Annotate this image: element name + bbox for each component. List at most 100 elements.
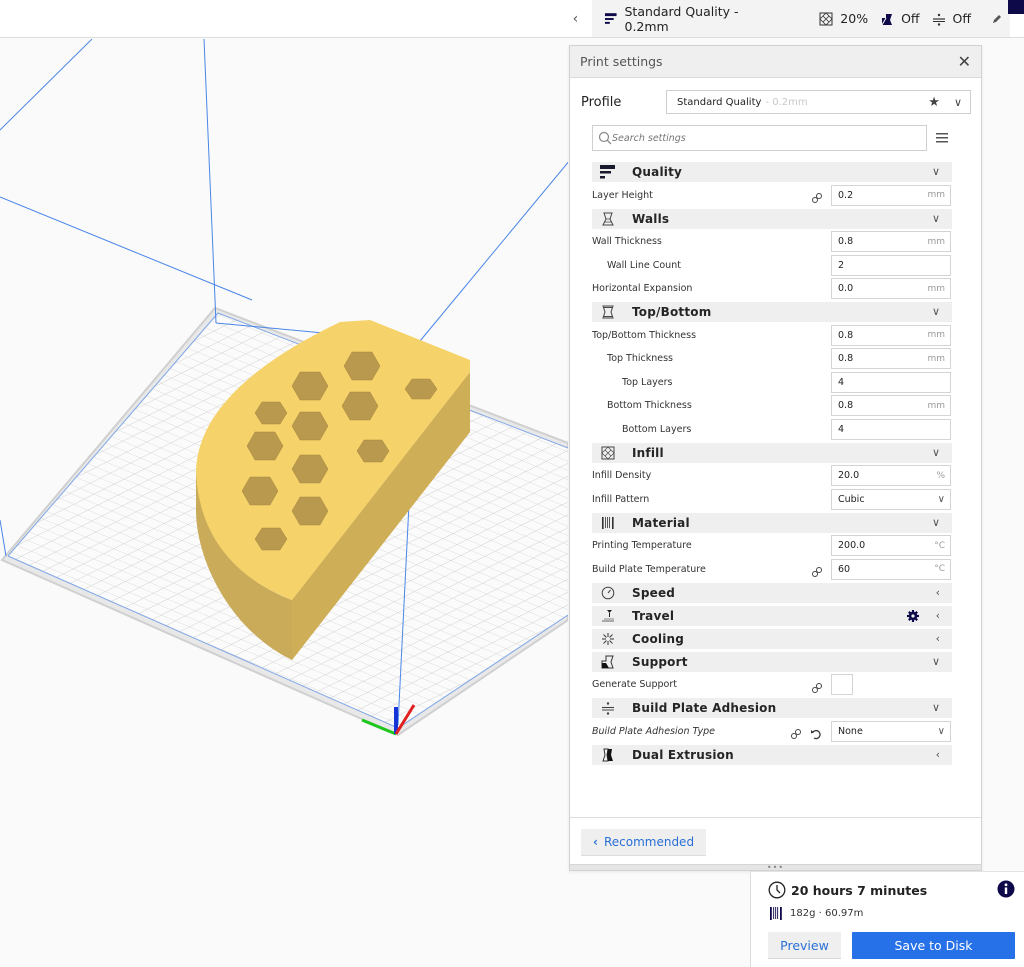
infill-density-input[interactable]: 20.0% [831, 465, 951, 487]
star-icon[interactable]: ★ [928, 95, 940, 110]
bottom-thickness-input[interactable]: 0.8 mm [831, 395, 951, 417]
category-label: Walls [632, 211, 670, 226]
category-cooling[interactable]: Cooling ‹ [592, 628, 952, 649]
category-infill[interactable]: Infill ∨ [592, 442, 952, 463]
setting-label: Wall Line Count [607, 259, 681, 271]
3d-viewport[interactable] [0, 39, 568, 967]
reset-icon[interactable] [810, 725, 822, 744]
link-icon[interactable] [811, 679, 823, 698]
link-icon[interactable] [790, 725, 802, 744]
category-label: Support [632, 654, 688, 669]
setting-label: Printing Temperature [592, 540, 692, 552]
field-value: 0.8 [838, 236, 854, 248]
speed-icon [600, 585, 616, 601]
field-value: 0.2 [838, 189, 854, 201]
search-input[interactable] [612, 132, 912, 144]
build-plate-temperature-input[interactable]: 60 °C [831, 558, 951, 580]
chevron-down-icon: ∨ [931, 165, 940, 178]
adhesion-summary[interactable]: Off [932, 11, 971, 26]
category-label: Speed [632, 585, 676, 600]
panel-title: Print settings [580, 54, 663, 69]
settings-visibility-menu-icon[interactable] [935, 132, 949, 144]
drag-dots-icon: ••• [766, 862, 785, 872]
bottom-layers-input[interactable]: 4 [831, 418, 951, 440]
top-thickness-input[interactable]: 0.8 mm [831, 348, 951, 370]
print-time: 20 hours 7 minutes [768, 881, 927, 899]
setting-label: Top Layers [622, 376, 673, 388]
category-top-bottom[interactable]: Top/Bottom ∨ [592, 302, 952, 322]
search-field[interactable] [592, 125, 927, 151]
infill-summary[interactable]: 20% [819, 11, 868, 26]
info-icon[interactable] [997, 880, 1015, 902]
support-summary[interactable]: Off [880, 11, 920, 26]
scene[interactable] [0, 39, 568, 967]
category-travel[interactable]: Travel ‹ [592, 605, 952, 627]
preview-button[interactable]: Preview [768, 932, 841, 959]
field-value: 0.8 [838, 400, 854, 412]
top-bottom-icon [600, 304, 616, 320]
recommended-button[interactable]: ‹ Recommended [581, 829, 706, 856]
infill-icon [600, 445, 616, 461]
pencil-icon[interactable] [991, 13, 1010, 25]
category-label: Dual Extrusion [632, 747, 734, 762]
field-value: 4 [838, 423, 845, 435]
category-build-plate-adhesion[interactable]: Build Plate Adhesion ∨ [592, 698, 952, 718]
setting-label: Infill Density [592, 470, 652, 482]
setting-row: Top/Bottom Thickness 0.8 mm [592, 324, 952, 346]
print-setup-summary-bar[interactable]: ‹ Standard Quality - 0.2mm 20% Off Off [560, 0, 1010, 37]
field-unit: °C [934, 564, 945, 575]
wall-line-count-input[interactable]: 2 [831, 254, 951, 276]
printing-temperature-input[interactable]: 200.0 °C [831, 535, 951, 557]
field-value: None [838, 725, 863, 737]
panel-footer-divider [570, 817, 981, 818]
link-icon[interactable] [811, 189, 823, 208]
material-usage: 182g · 60.97m [769, 906, 863, 921]
setting-label: Wall Thickness [592, 236, 662, 248]
category-walls[interactable]: Walls ∨ [592, 208, 952, 229]
adhesion-type-dropdown[interactable]: None ∨ [831, 720, 951, 742]
category-dual-extrusion[interactable]: Dual Extrusion ‹ [592, 744, 952, 765]
profile-summary[interactable]: Standard Quality - 0.2mm [604, 4, 781, 34]
horizontal-expansion-input[interactable]: 0.0 mm [831, 278, 951, 300]
setting-label: Build Plate Temperature [592, 563, 706, 575]
infill-icon [819, 11, 833, 26]
setting-row: Wall Line Count 2 [592, 254, 952, 276]
print-settings-panel: Print settings ✕ Profile Standard Qualit… [569, 45, 982, 871]
category-quality[interactable]: Quality ∨ [592, 162, 952, 182]
profile-suffix: - 0.2mm [765, 96, 808, 108]
setting-row: Build Plate Adhesion Type None ∨ [592, 720, 952, 744]
field-value: 0.8 [838, 353, 854, 365]
field-unit: mm [927, 400, 945, 411]
settings-list[interactable]: Quality ∨ Layer Height 0.2 mm Walls ∨ Wal… [592, 162, 952, 768]
setting-label: Generate Support [592, 679, 677, 691]
chevron-down-icon: ∨ [931, 515, 940, 529]
panel-resize-handle[interactable]: ••• [570, 862, 981, 872]
wall-thickness-input[interactable]: 0.8 mm [831, 231, 951, 253]
link-icon[interactable] [811, 563, 823, 582]
profile-dropdown[interactable]: Standard Quality - 0.2mm ★ ∨ [666, 90, 971, 114]
top-layers-input[interactable]: 4 [831, 371, 951, 393]
material-spool-icon [770, 907, 782, 920]
save-to-disk-button[interactable]: Save to Disk [852, 932, 1015, 959]
setting-row: Infill Density 20.0% [592, 465, 952, 487]
setting-label: Horizontal Expansion [592, 283, 693, 295]
category-label: Cooling [632, 631, 685, 646]
category-support[interactable]: Support ∨ [592, 651, 952, 672]
category-material[interactable]: Material ∨ [592, 512, 952, 533]
close-icon[interactable]: ✕ [958, 52, 971, 71]
chevron-left-icon: ‹ [935, 747, 940, 761]
gear-icon[interactable] [906, 608, 920, 627]
chevron-down-icon: ∨ [953, 96, 962, 109]
chevron-left-icon[interactable]: ‹ [560, 0, 592, 37]
generate-support-checkbox[interactable] [831, 674, 853, 696]
category-speed[interactable]: Speed ‹ [592, 582, 952, 603]
setting-row: Wall Thickness 0.8 mm [592, 231, 952, 253]
infill-pattern-dropdown[interactable]: Cubic ∨ [831, 488, 951, 510]
setting-row: Horizontal Expansion 0.0 mm [592, 278, 952, 300]
infill-summary-label: 20% [840, 11, 869, 26]
top-bottom-thickness-input[interactable]: 0.8 mm [831, 324, 951, 346]
category-label: Infill [632, 445, 664, 460]
action-panel: 20 hours 7 minutes 182g · 60.97m Preview… [750, 871, 1024, 967]
layer-height-input[interactable]: 0.2 mm [831, 184, 951, 206]
chevron-left-icon: ‹ [935, 585, 940, 599]
